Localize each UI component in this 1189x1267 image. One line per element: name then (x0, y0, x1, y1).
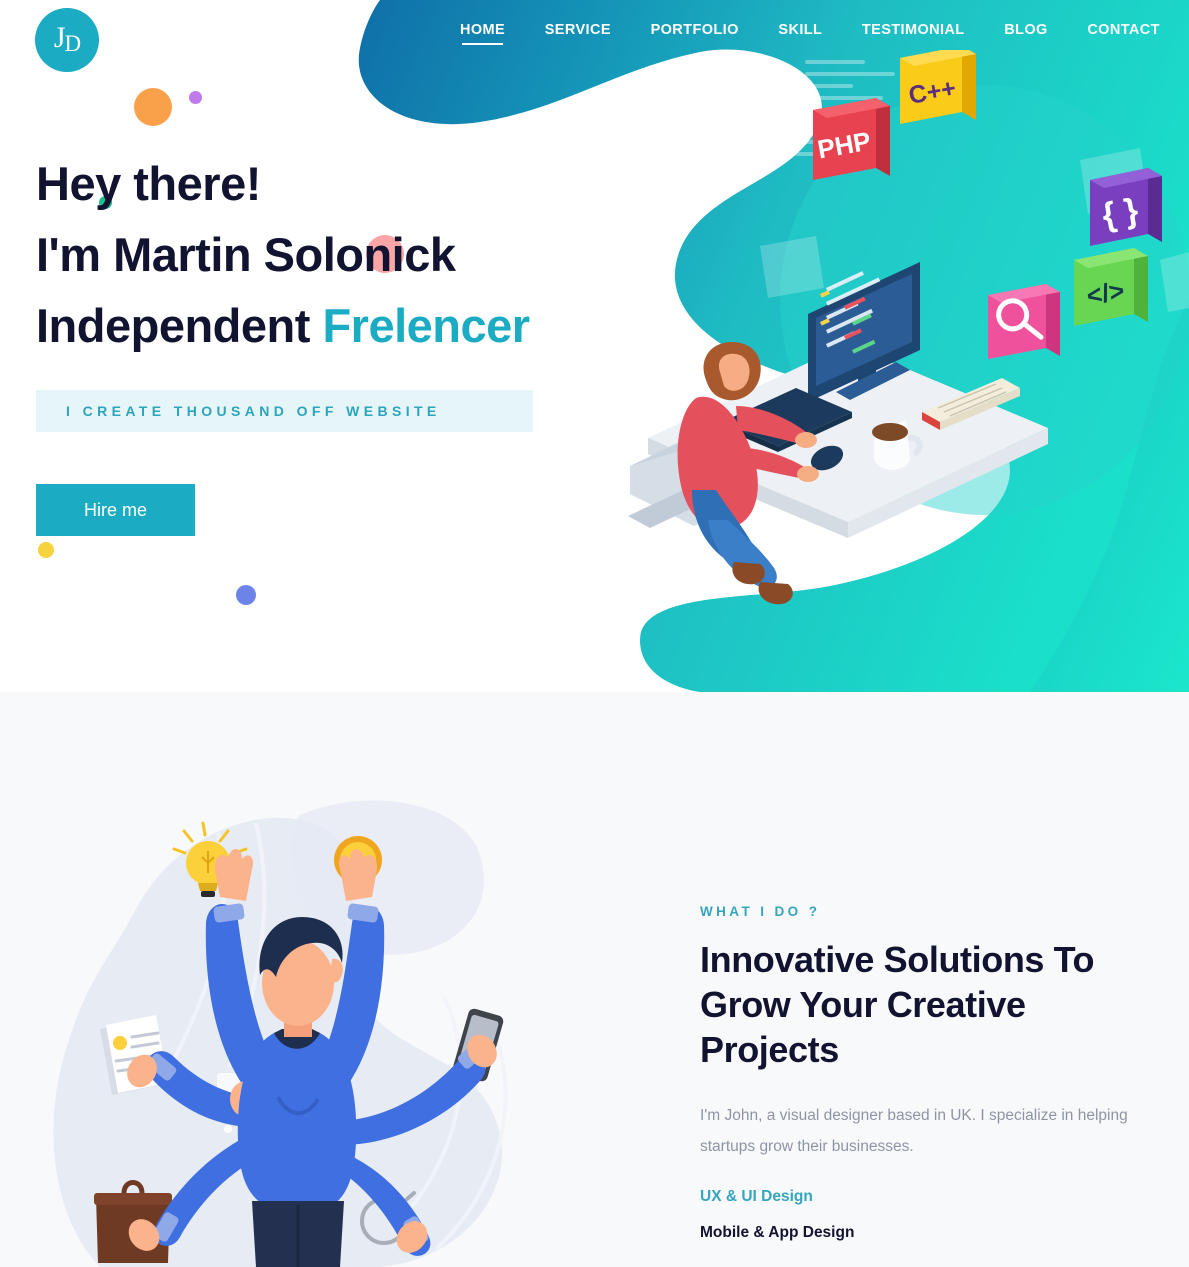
hire-me-button[interactable]: Hire me (36, 484, 195, 536)
cpp-cube-icon: C++ (900, 50, 976, 124)
hero-headline-line-3-accent: Frelencer (322, 299, 530, 352)
nav-item-home[interactable]: HOME (460, 22, 505, 45)
brand-logo-text: JD (53, 21, 82, 56)
about-section: $ (0, 692, 1189, 1267)
hero-headline: Hey there! I'm Martin Solonick Independe… (36, 148, 530, 361)
hero-headline-line-1: Hey there! (36, 157, 261, 210)
hero-tagline-text: I CREATE THOUSAND OFF WEBSITE (66, 403, 441, 419)
hero-tagline-banner: I CREATE THOUSAND OFF WEBSITE (36, 390, 533, 432)
search-cube-icon (988, 284, 1060, 359)
skill-item-mobile-app-design[interactable]: Mobile & App Design (700, 1224, 1130, 1242)
hero-headline-line-3: Independent Frelencer (36, 290, 530, 361)
brand-logo[interactable]: JD (35, 8, 99, 72)
decorative-blue-dot (236, 585, 256, 605)
multitasking-person-illustration: $ (53, 800, 508, 1267)
about-paragraph: I'm John, a visual designer based in UK.… (700, 1107, 1128, 1155)
nav-item-portfolio[interactable]: PORTFOLIO (651, 22, 739, 45)
developer-at-desk-illustration: PHP C++ { } </> (628, 50, 1189, 605)
php-cube-icon: PHP (813, 98, 890, 180)
about-title: Innovative Solutions To Grow Your Creati… (700, 939, 1095, 1070)
nav-item-skill[interactable]: SKILL (778, 22, 822, 45)
hero-copy: Hey there! I'm Martin Solonick Independe… (36, 148, 530, 361)
svg-text:{ }: { } (1099, 191, 1141, 235)
code-tag-cube-icon: </> (1074, 248, 1148, 326)
hero-section: JD HOME SERVICE PORTFOLIO SKILL TESTIMON… (0, 0, 1189, 692)
about-skill-list: UX & UI Design Mobile & App Design (700, 1188, 1130, 1242)
hero-headline-line-3-plain: Independent (36, 299, 323, 352)
nav-item-service[interactable]: SERVICE (545, 22, 611, 45)
hero-headline-line-2: I'm Martin Solonick (36, 228, 456, 281)
nav-item-contact[interactable]: CONTACT (1087, 22, 1160, 45)
logo-initial-j: J (53, 21, 66, 54)
braces-cube-icon: { } (1090, 168, 1162, 246)
nav-item-testimonial[interactable]: TESTIMONIAL (862, 22, 965, 45)
skill-item-ux-ui-design[interactable]: UX & UI Design (700, 1188, 1130, 1206)
decorative-yellow-dot (38, 542, 54, 558)
main-navigation: HOME SERVICE PORTFOLIO SKILL TESTIMONIAL… (460, 22, 1160, 45)
decorative-purple-dot (189, 91, 202, 104)
decorative-orange-circle (134, 88, 172, 126)
about-eyebrow: WHAT I DO ? (700, 904, 821, 919)
about-copy: WHAT I DO ? Innovative Solutions To Grow… (700, 904, 1130, 1260)
nav-item-blog[interactable]: BLOG (1004, 22, 1048, 45)
logo-initial-d: D (64, 31, 82, 56)
